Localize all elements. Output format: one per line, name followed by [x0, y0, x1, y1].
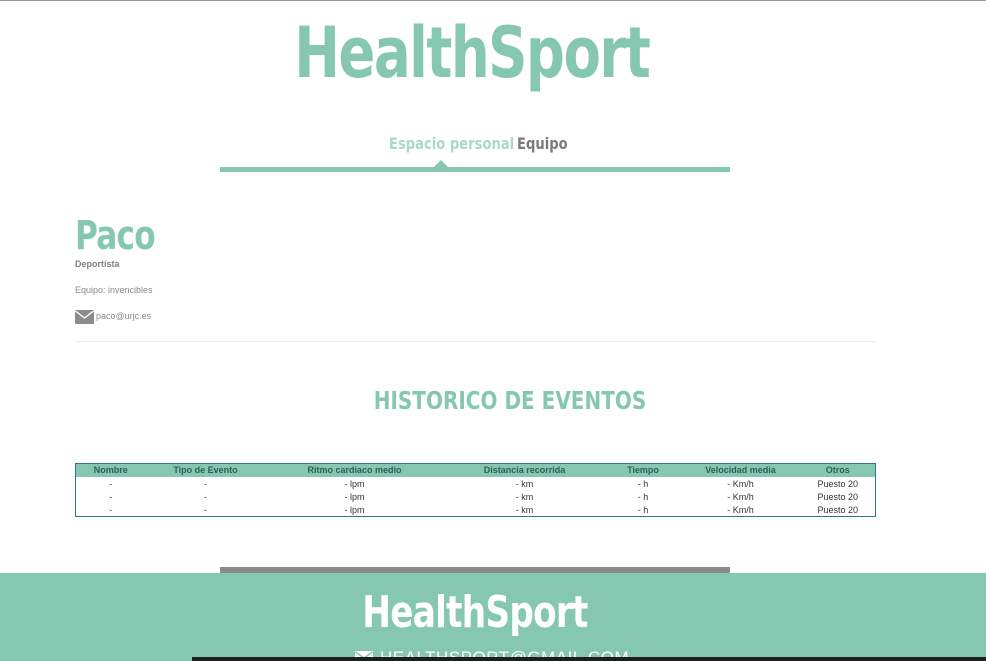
profile-email-text[interactable]: paco@urjc.es: [96, 311, 151, 321]
table-cell: -: [109, 504, 113, 515]
history-title: HISTORICO DE EVENTOS: [373, 386, 647, 415]
envelope-icon: [75, 310, 94, 324]
profile-name: Paco: [75, 213, 156, 259]
top-border: [0, 0, 986, 1]
active-tab-indicator: [434, 160, 448, 167]
table-row: - - - lpm - km - h - Km/h Puesto 20: [76, 490, 876, 503]
table-cell: - h: [637, 478, 649, 489]
table-cell: -: [204, 504, 207, 515]
footer-logo: HealthSport: [362, 587, 588, 638]
table-cell: -: [109, 491, 113, 502]
table-header-row: Nombre Tipo de Evento Ritmo cardiaco med…: [75, 463, 876, 477]
table-cell: - km: [515, 491, 534, 502]
column-header: Otros: [800, 463, 876, 477]
column-header: Tipo de Evento: [145, 463, 266, 477]
table-cell: -: [204, 478, 207, 489]
table-cell: - km: [515, 504, 534, 515]
column-header: Velocidad media: [680, 463, 801, 477]
profile-divider: [75, 341, 875, 342]
events-table: Nombre Tipo de Evento Ritmo cardiaco med…: [75, 463, 876, 517]
site-logo[interactable]: HealthSport: [104, 8, 840, 98]
column-header: Distancia recorrida: [443, 463, 606, 477]
table-cell: - lpm: [344, 504, 365, 515]
table-row: - - - lpm - km - h - Km/h Puesto 20: [76, 503, 876, 517]
table-cell: - h: [637, 491, 649, 502]
table-cell: - Km/h: [727, 478, 754, 489]
main-nav: Espacio personal Equipo: [220, 132, 730, 174]
profile-team: Equipo: invencibles: [75, 285, 153, 295]
column-header: Ritmo cardiaco medio: [265, 463, 444, 477]
table-cell: - lpm: [344, 478, 365, 489]
table-cell: -: [109, 478, 113, 489]
tab-espacio-personal[interactable]: Espacio personal: [389, 134, 514, 153]
table-cell: Puesto 20: [817, 504, 859, 515]
footer: HealthSport HEALTHSPORT@GMAIL.COM: [0, 573, 986, 661]
table-cell: - lpm: [344, 491, 365, 502]
column-header: Nombre: [75, 463, 146, 477]
table-cell: Puesto 20: [817, 491, 859, 502]
table-cell: - Km/h: [727, 504, 754, 515]
table-cell: - Km/h: [727, 491, 754, 502]
bottom-edge: [192, 657, 986, 661]
tab-equipo[interactable]: Equipo: [517, 134, 568, 153]
nav-underline: [220, 167, 730, 172]
column-header: Tiempo: [605, 463, 681, 477]
table-row: - - - lpm - km - h - Km/h Puesto 20: [76, 477, 876, 490]
table-cell: - km: [515, 478, 534, 489]
profile-card: Paco Deportista Equipo: invencibles paco…: [75, 212, 875, 324]
table-cell: -: [204, 491, 207, 502]
table-cell: Puesto 20: [817, 478, 859, 489]
profile-role: Deportista: [75, 259, 120, 269]
table-cell: - h: [637, 504, 649, 515]
